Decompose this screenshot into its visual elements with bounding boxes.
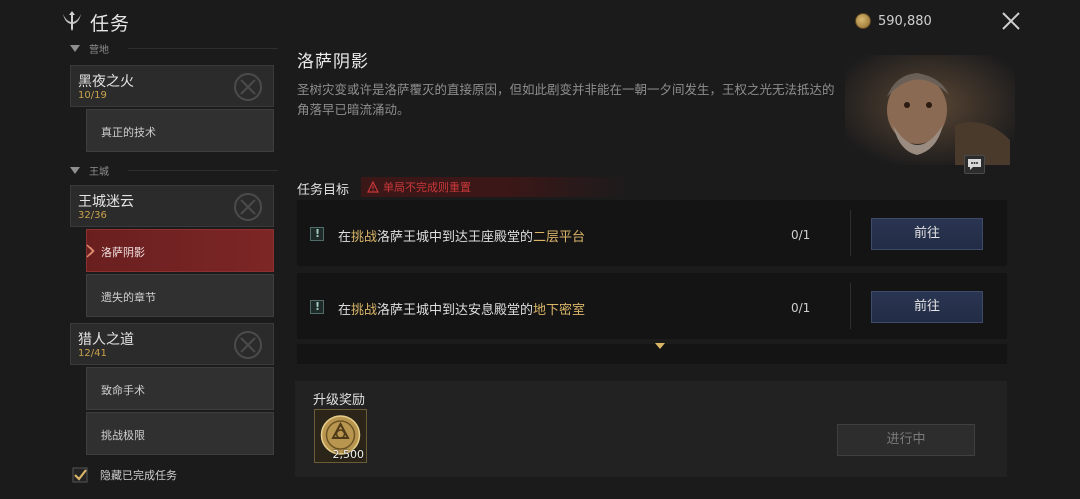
reward-panel: 升级奖励 2,500 进行中 xyxy=(295,381,1007,477)
quest-sidebar: 营地 黑夜之火 10/19 真正的技术 王城 王城迷云 32/36 洛萨阴影 遗… xyxy=(58,38,278,498)
scroll-down-chevron-icon[interactable] xyxy=(654,342,666,350)
warning-triangle-icon xyxy=(367,181,379,193)
objective-row: ! 在挑战洛萨王城中到达安息殿堂的地下密室 0/1 前往 xyxy=(297,273,1007,339)
objective-row: ! 在挑战洛萨王城中到达王座殿堂的二层平台 0/1 前往 xyxy=(297,200,1007,266)
quest-item-label: 遗失的章节 xyxy=(101,291,156,304)
checkmark-icon[interactable] xyxy=(72,467,88,483)
goto-button[interactable]: 前往 xyxy=(871,291,983,323)
quest-item-true-technique[interactable]: 真正的技术 xyxy=(86,109,274,152)
section-divider xyxy=(128,48,278,49)
chapter-name: 猎人之道 xyxy=(78,332,134,348)
reset-warning-badge: 单局不完成则重置 xyxy=(361,177,631,197)
goto-button[interactable]: 前往 xyxy=(871,218,983,250)
reward-count: 2,500 xyxy=(332,448,365,461)
chapter-name: 黑夜之火 xyxy=(78,74,134,90)
objectives-label: 任务目标 xyxy=(297,183,350,198)
quest-item-fatal-surgery[interactable]: 致命手术 xyxy=(86,367,274,410)
chapter-emblem-icon xyxy=(234,193,262,221)
quest-item-label: 致命手术 xyxy=(101,384,145,397)
objective-text: 在挑战洛萨王城中到达王座殿堂的二层平台 xyxy=(338,230,586,245)
chapter-name: 王城迷云 xyxy=(78,194,134,210)
objective-count: 0/1 xyxy=(791,301,811,315)
objectives-list[interactable]: ! 在挑战洛萨王城中到达王座殿堂的二层平台 0/1 前往 ! 在挑战洛萨王城中到… xyxy=(297,200,1007,364)
quest-item-challenge-limit[interactable]: 挑战极限 xyxy=(86,412,274,455)
quest-emblem-icon xyxy=(63,11,81,31)
row-divider xyxy=(850,283,851,329)
speech-bubble-glyph xyxy=(968,159,981,170)
selected-chevron-icon xyxy=(86,244,95,258)
quest-title: 洛萨阴影 xyxy=(297,52,369,72)
section-label: 营地 xyxy=(89,45,109,56)
quest-item-label: 洛萨阴影 xyxy=(101,246,145,259)
quest-item-label: 真正的技术 xyxy=(101,126,156,139)
reset-warning-text: 单局不完成则重置 xyxy=(383,181,471,194)
objective-count: 0/1 xyxy=(791,228,811,242)
reward-label: 升级奖励 xyxy=(313,393,366,408)
quest-item-label: 挑战极限 xyxy=(101,429,145,442)
chapter-item-royal-mist[interactable]: 王城迷云 32/36 xyxy=(70,185,274,227)
objective-text: 在挑战洛萨王城中到达安息殿堂的地下密室 xyxy=(338,303,586,318)
exclamation-icon: ! xyxy=(310,227,324,241)
section-header-camp[interactable]: 营地 xyxy=(70,41,109,56)
chapter-progress: 10/19 xyxy=(78,90,107,101)
quest-item-lost-chapter[interactable]: 遗失的章节 xyxy=(86,274,274,317)
chapter-item-night-fire[interactable]: 黑夜之火 10/19 xyxy=(70,65,274,107)
quest-item-lordaeron-shadow[interactable]: 洛萨阴影 xyxy=(86,229,274,272)
chapter-item-hunter-way[interactable]: 猎人之道 12/41 xyxy=(70,323,274,365)
coin-icon xyxy=(855,13,871,29)
row-divider xyxy=(850,210,851,256)
objective-row-partial xyxy=(297,344,1007,364)
section-label: 王城 xyxy=(89,167,109,178)
collapse-triangle-icon xyxy=(70,45,80,52)
hide-completed-toggle[interactable]: 隐藏已完成任务 xyxy=(72,467,177,483)
close-icon[interactable] xyxy=(998,8,1024,34)
section-divider xyxy=(128,170,278,171)
currency-amount: 590,880 xyxy=(878,14,932,29)
exclamation-icon: ! xyxy=(310,300,324,314)
reward-item[interactable]: 2,500 xyxy=(314,409,367,463)
in-progress-button[interactable]: 进行中 xyxy=(837,424,975,456)
chapter-emblem-icon xyxy=(234,331,262,359)
chapter-progress: 32/36 xyxy=(78,210,107,221)
dialogue-bubble-icon[interactable] xyxy=(964,155,985,174)
collapse-triangle-icon xyxy=(70,167,80,174)
page-title: 任务 xyxy=(90,13,131,35)
npc-portrait xyxy=(845,55,1015,165)
hide-completed-label: 隐藏已完成任务 xyxy=(100,469,177,482)
quest-description: 圣树灾变或许是洛萨覆灭的直接原因，但如此剧变并非能在一朝一夕间发生，王权之光无法… xyxy=(297,82,835,117)
chapter-emblem-icon xyxy=(234,73,262,101)
chapter-progress: 12/41 xyxy=(78,348,107,359)
section-header-royal-city[interactable]: 王城 xyxy=(70,163,109,178)
